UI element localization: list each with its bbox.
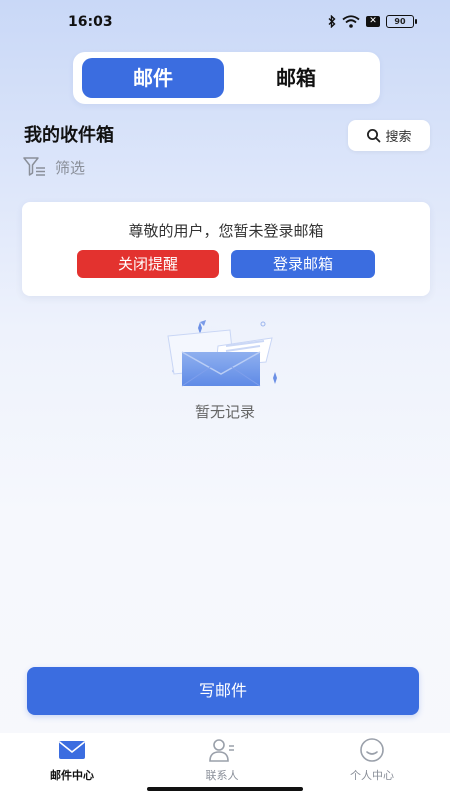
login-mailbox-button[interactable]: 登录邮箱 xyxy=(231,250,375,278)
tab-profile[interactable]: 个人中心 xyxy=(317,737,427,787)
home-indicator xyxy=(147,787,303,791)
tab-profile-label: 个人中心 xyxy=(350,769,394,782)
segment-control: 邮件 邮箱 xyxy=(73,52,380,104)
status-icons: ✕ 90 xyxy=(328,15,417,28)
tab-contacts-label: 联系人 xyxy=(205,769,239,782)
tab-contacts[interactable]: 联系人 xyxy=(167,737,277,787)
bluetooth-icon xyxy=(328,15,336,28)
tab-mailbox[interactable]: 邮箱 xyxy=(225,58,367,98)
x-box-icon: ✕ xyxy=(366,16,380,27)
close-reminder-button[interactable]: 关闭提醒 xyxy=(77,250,219,278)
mail-icon xyxy=(59,741,85,759)
tab-mail-center[interactable]: 邮件中心 xyxy=(17,737,127,787)
page-title: 我的收件箱 xyxy=(24,125,114,146)
battery-icon: 90 xyxy=(386,15,417,28)
contacts-icon xyxy=(209,739,234,762)
tab-mail-center-label: 邮件中心 xyxy=(50,769,94,782)
empty-mail-illustration xyxy=(167,318,277,396)
filter-label: 筛选 xyxy=(55,158,86,177)
compose-button[interactable]: 写邮件 xyxy=(27,667,419,715)
login-reminder-card: 尊敬的用户，您暂未登录邮箱 关闭提醒 登录邮箱 xyxy=(22,202,430,296)
wifi-icon xyxy=(342,15,360,28)
status-time: 16:03 xyxy=(68,14,113,30)
search-icon xyxy=(367,129,381,143)
search-label: 搜索 xyxy=(385,130,412,145)
tab-mail[interactable]: 邮件 xyxy=(82,58,224,98)
search-button[interactable]: 搜索 xyxy=(348,120,430,151)
filter-icon xyxy=(23,157,45,176)
login-reminder-message: 尊敬的用户，您暂未登录邮箱 xyxy=(128,222,324,240)
status-bar: 16:03 ✕ 90 xyxy=(0,0,450,44)
empty-state-text: 暂无记录 xyxy=(194,403,255,421)
smile-icon xyxy=(360,738,384,762)
filter-button[interactable]: 筛选 xyxy=(23,156,85,178)
